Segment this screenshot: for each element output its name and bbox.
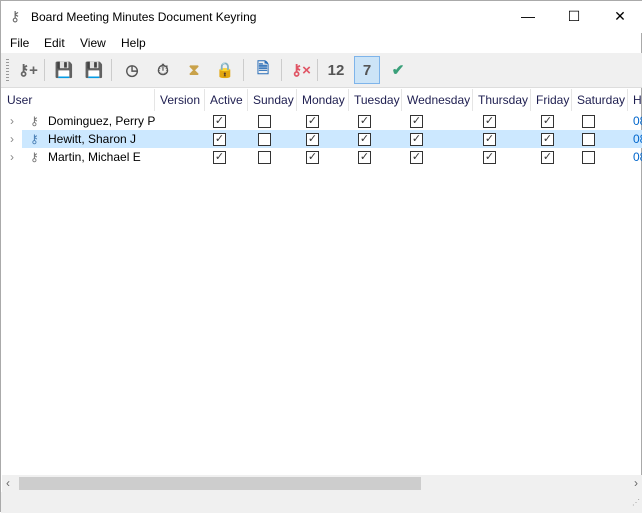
column-header-friday[interactable]: Friday [531, 89, 572, 111]
remove-key-icon: ⚷× [291, 62, 311, 79]
sunday-checkbox[interactable] [258, 133, 271, 146]
checkmark-button[interactable]: ✔ [385, 56, 411, 84]
monday-checkbox[interactable]: ✓ [306, 115, 319, 128]
hours-value: 08 [633, 132, 642, 146]
add-key-button[interactable]: ⚷+ [15, 56, 41, 84]
key-icon: ⚷ [30, 150, 39, 164]
friday-checkbox[interactable]: ✓ [541, 133, 554, 146]
toolbar-separator [44, 59, 45, 81]
maximize-button[interactable]: ☐ [551, 1, 597, 32]
status-bar: ⋰ [1, 492, 642, 513]
minimize-button[interactable]: — [505, 1, 551, 32]
title-bar: ⚷ Board Meeting Minutes Document Keyring… [1, 1, 642, 33]
hours-value: 08 [633, 114, 642, 128]
table-row[interactable]: › ⚷ Dominguez, Perry P ✓ ✓ ✓ ✓ ✓ ✓ 08 [2, 112, 642, 130]
lock-button[interactable]: 🔒 [212, 56, 238, 84]
active-checkbox[interactable]: ✓ [213, 151, 226, 164]
save-button[interactable]: 💾 [51, 56, 77, 84]
lock-icon: 🔒 [215, 62, 235, 79]
tuesday-checkbox[interactable]: ✓ [358, 151, 371, 164]
saturday-checkbox[interactable] [582, 115, 595, 128]
menu-edit[interactable]: Edit [44, 36, 65, 50]
wednesday-checkbox[interactable]: ✓ [410, 115, 423, 128]
menu-view[interactable]: View [80, 36, 106, 50]
close-button[interactable]: ✕ [597, 1, 642, 32]
calendar-month-button[interactable]: 12 [323, 56, 349, 84]
sunday-checkbox[interactable] [258, 151, 271, 164]
column-header-sunday[interactable]: Sunday [248, 89, 297, 111]
friday-checkbox[interactable]: ✓ [541, 115, 554, 128]
document-history-button[interactable]: 🗎 [250, 56, 276, 84]
save-icon: 💾 [54, 62, 74, 79]
sunday-checkbox[interactable] [258, 115, 271, 128]
calendar-week-button[interactable]: 7 [354, 56, 380, 84]
clock-icon: ◷ [125, 62, 139, 79]
user-grid: User Version Active Sunday Monday Tuesday Wedn… [2, 89, 642, 475]
resize-grip-icon[interactable]: ⋰ [632, 498, 640, 507]
expand-chevron-icon[interactable]: › [10, 114, 14, 128]
clock-button[interactable]: ◷ [119, 56, 145, 84]
toolbar-separator [317, 59, 318, 81]
hourglass-icon: ⧗ [188, 61, 200, 79]
save-all-icon: 💾 [84, 62, 104, 79]
wednesday-checkbox[interactable]: ✓ [410, 133, 423, 146]
tuesday-checkbox[interactable]: ✓ [358, 115, 371, 128]
user-name: Martin, Michael E [48, 150, 141, 164]
toolbar-separator [281, 59, 282, 81]
table-row[interactable]: › ⚷ Hewitt, Sharon J ✓ ✓ ✓ ✓ ✓ ✓ 08 [10, 130, 642, 148]
column-header-saturday[interactable]: Saturday [572, 89, 628, 111]
key-icon: ⚷ [30, 114, 39, 128]
toolbar-grip[interactable] [6, 59, 9, 81]
horizontal-scrollbar[interactable]: ‹ › [2, 475, 642, 492]
expand-chevron-icon[interactable]: › [10, 132, 14, 146]
stopwatch-icon: ⏱ [157, 61, 169, 79]
active-checkbox[interactable]: ✓ [213, 133, 226, 146]
column-header-active[interactable]: Active [205, 89, 248, 111]
column-header-version[interactable]: Version [155, 89, 205, 111]
checkmark-icon: ✔ [391, 62, 405, 79]
menu-file[interactable]: File [10, 36, 29, 50]
monday-checkbox[interactable]: ✓ [306, 151, 319, 164]
thursday-checkbox[interactable]: ✓ [483, 133, 496, 146]
key-icon: ⚷ [10, 8, 21, 24]
window-title: Board Meeting Minutes Document Keyring [31, 10, 257, 24]
thursday-checkbox[interactable]: ✓ [483, 151, 496, 164]
user-name: Dominguez, Perry P [48, 114, 156, 128]
user-name: Hewitt, Sharon J [48, 132, 137, 146]
hourglass-button[interactable]: ⧗ [181, 56, 207, 84]
column-header-h[interactable]: H [628, 89, 642, 111]
expand-chevron-icon[interactable]: › [10, 150, 14, 164]
stopwatch-button[interactable]: ⏱ [150, 56, 176, 84]
scroll-right-icon[interactable]: › [634, 476, 638, 490]
key-icon: ⚷ [30, 132, 39, 146]
toolbar: ⚷+ 💾 💾 ◷ ⏱ ⧗ 🔒 🗎 ⚷× 12 7 ✔ [1, 53, 642, 88]
toolbar-separator [243, 59, 244, 81]
saturday-checkbox[interactable] [582, 133, 595, 146]
wednesday-checkbox[interactable]: ✓ [410, 151, 423, 164]
column-header-user[interactable]: User [2, 89, 155, 111]
save-all-button[interactable]: 💾 [81, 56, 107, 84]
column-header-wednesday[interactable]: Wednesday [402, 89, 473, 111]
remove-key-button[interactable]: ⚷× [288, 56, 314, 84]
column-header-monday[interactable]: Monday [297, 89, 349, 111]
tuesday-checkbox[interactable]: ✓ [358, 133, 371, 146]
table-row[interactable]: › ⚷ Martin, Michael E ✓ ✓ ✓ ✓ ✓ ✓ 08 [2, 148, 642, 166]
thursday-checkbox[interactable]: ✓ [483, 115, 496, 128]
hours-value: 08 [633, 150, 642, 164]
scrollbar-thumb[interactable] [19, 477, 421, 490]
calendar-month-icon: 12 [327, 61, 345, 79]
column-header-tuesday[interactable]: Tuesday [349, 89, 402, 111]
calendar-week-icon: 7 [362, 61, 372, 79]
document-history-icon: 🗎 [256, 59, 270, 77]
menu-help[interactable]: Help [121, 36, 146, 50]
friday-checkbox[interactable]: ✓ [541, 151, 554, 164]
toolbar-separator [111, 59, 112, 81]
scroll-left-icon[interactable]: ‹ [6, 476, 10, 490]
column-header-thursday[interactable]: Thursday [473, 89, 531, 111]
active-checkbox[interactable]: ✓ [213, 115, 226, 128]
monday-checkbox[interactable]: ✓ [306, 133, 319, 146]
add-key-icon: ⚷+ [18, 62, 38, 79]
saturday-checkbox[interactable] [582, 151, 595, 164]
menu-bar: File Edit View Help [1, 33, 642, 53]
